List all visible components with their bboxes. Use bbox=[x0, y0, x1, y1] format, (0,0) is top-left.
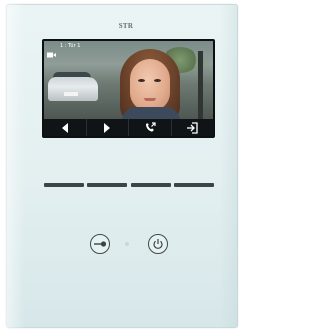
divider-segment bbox=[87, 183, 128, 187]
left-triangle-icon bbox=[61, 122, 68, 133]
right-triangle-icon bbox=[104, 122, 111, 133]
camera-icon bbox=[47, 43, 56, 58]
exit-door-icon bbox=[186, 121, 198, 134]
exit-button[interactable] bbox=[170, 119, 214, 136]
video-feed bbox=[44, 41, 213, 123]
parked-car bbox=[48, 77, 98, 101]
visitor-eye-right bbox=[154, 79, 161, 82]
divider-segment bbox=[44, 183, 84, 187]
visitor-face bbox=[130, 59, 170, 111]
power-icon bbox=[153, 239, 163, 249]
camera-label: 1 : Tür 1 bbox=[60, 43, 81, 49]
brand-logo: STR bbox=[118, 22, 134, 30]
key-icon bbox=[94, 241, 107, 247]
video-screen: 1 : Tür 1 bbox=[44, 41, 213, 136]
status-led bbox=[125, 242, 129, 246]
button-divider-strip bbox=[44, 183, 214, 189]
screen-controls bbox=[44, 119, 213, 136]
divider-segment bbox=[173, 183, 214, 187]
visitor-mouth bbox=[144, 98, 156, 101]
phone-call-icon bbox=[145, 121, 156, 132]
divider-segment bbox=[130, 183, 171, 187]
visitor-eye-left bbox=[138, 79, 145, 82]
next-camera-button[interactable] bbox=[85, 119, 129, 136]
door-open-button[interactable] bbox=[90, 234, 110, 254]
door-pillar bbox=[198, 51, 203, 119]
call-button[interactable] bbox=[128, 119, 171, 136]
screen-status-bar: 1 : Tür 1 bbox=[44, 41, 213, 58]
car-plate bbox=[64, 92, 78, 96]
power-button[interactable] bbox=[148, 234, 168, 254]
prev-camera-button[interactable] bbox=[44, 119, 86, 136]
